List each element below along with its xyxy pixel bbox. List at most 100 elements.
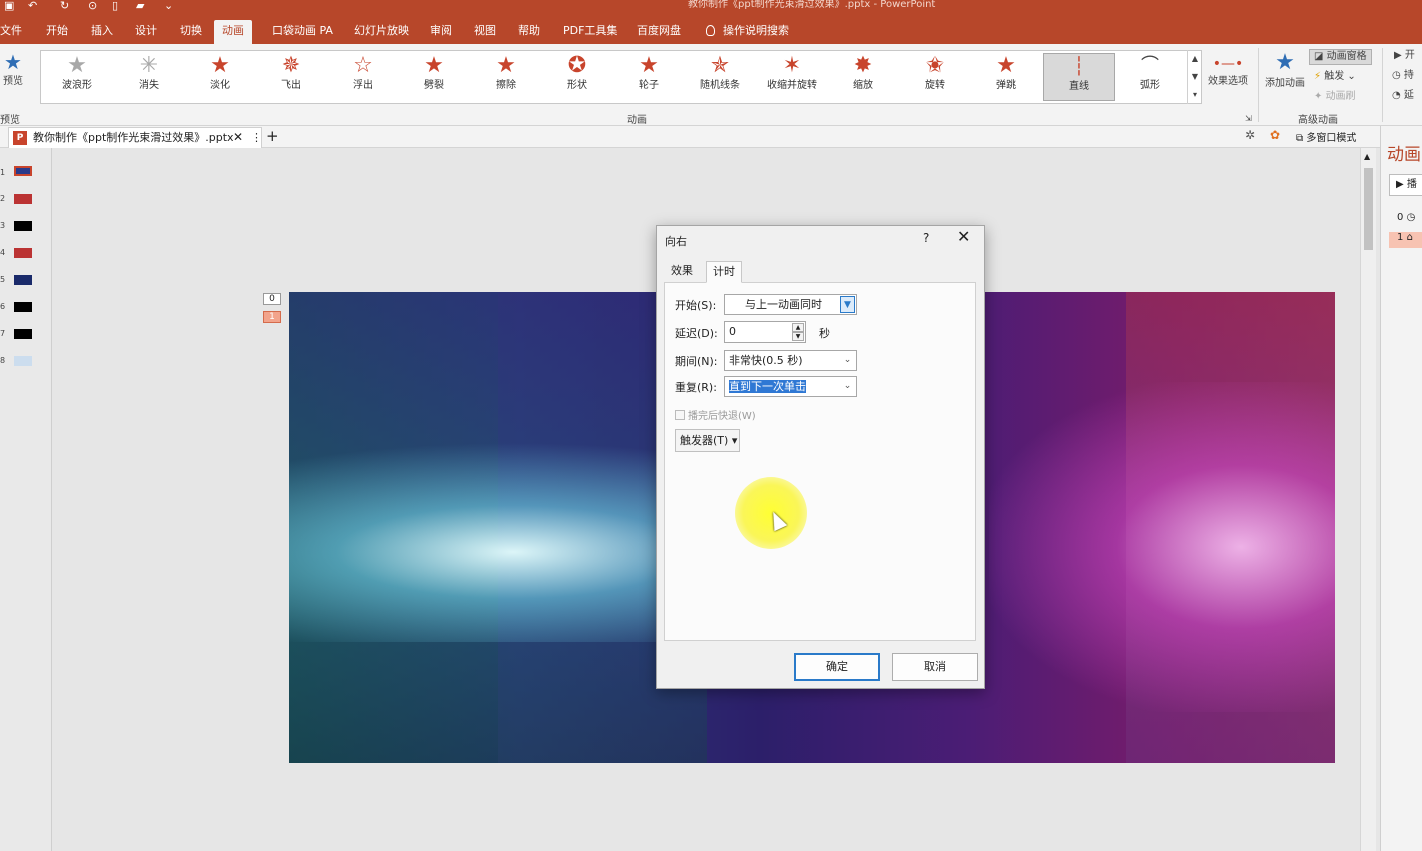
new-tab-icon[interactable]: + xyxy=(266,126,279,146)
gallery-scroll[interactable]: ▲ ▼ ▾ xyxy=(1187,50,1202,104)
timing-delay[interactable]: ◔ 延 xyxy=(1392,89,1414,103)
animation-shrink-turn[interactable]: ✶ 收缩并旋转 xyxy=(759,53,825,101)
customize-qat-icon[interactable]: ⌄ xyxy=(164,0,173,16)
star-icon: ★ xyxy=(496,53,516,78)
animation-tag-selected[interactable]: 1 xyxy=(263,311,281,323)
animation-wheel[interactable]: ★ 轮子 xyxy=(616,53,682,101)
ok-button[interactable]: 确定 xyxy=(794,653,880,681)
open-folder-icon[interactable]: ▰ xyxy=(136,0,144,16)
scroll-up-icon[interactable]: ▲ xyxy=(1188,50,1202,68)
animation-bounce[interactable]: ★ 弹跳 xyxy=(973,53,1039,101)
tab-home[interactable]: 开始 xyxy=(46,22,68,44)
gear-icon[interactable]: ✿ xyxy=(1270,128,1280,142)
tell-me-search[interactable]: 操作说明搜索 xyxy=(706,22,789,44)
tab-pdf-tools[interactable]: PDF工具集 xyxy=(563,22,617,44)
tab-timing[interactable]: 计时 xyxy=(706,261,742,283)
star-icon: ✸ xyxy=(853,53,873,78)
pin-icon[interactable]: ✲ xyxy=(1245,128,1255,142)
slide-thumbnail[interactable] xyxy=(14,248,32,258)
tab-design[interactable]: 设计 xyxy=(135,22,157,44)
add-animation-icon: ★ xyxy=(1275,50,1295,75)
document-tab[interactable]: P 教你制作《ppt制作光束滑过效果》.pptx ✕ ⋮ xyxy=(8,127,262,148)
ribbon: ★ 预览 预览 ★ 波浪形 ✳ 消失 ★ 淡化 ✵ 飞出 ☆ 浮出 ★ 劈裂 ★ 擦除 ✪ 形状… xyxy=(0,44,1422,126)
pane-item-selected[interactable]: 1 ⌂ xyxy=(1389,232,1422,248)
animation-float-out[interactable]: ☆ 浮出 xyxy=(330,53,396,101)
start-slideshow-icon[interactable]: ⊙ xyxy=(88,0,97,16)
slide-thumbnails: 1 2 3 4 5 6 7 8 xyxy=(0,148,52,851)
animation-pane-button[interactable]: ◪ 动画窗格 xyxy=(1309,49,1372,65)
redo-icon[interactable]: ↻ xyxy=(60,0,69,16)
tab-menu-icon[interactable]: ⋮ xyxy=(251,128,262,147)
animation-split[interactable]: ★ 劈裂 xyxy=(401,53,467,101)
cancel-button[interactable]: 取消 xyxy=(892,653,978,681)
start-select[interactable]: 与上一动画同时 ▼ xyxy=(724,294,857,315)
slide-thumbnail[interactable] xyxy=(14,194,32,204)
animation-painter-button[interactable]: ✦ 动画刷 xyxy=(1314,90,1356,104)
animation-shape[interactable]: ✪ 形状 xyxy=(544,53,610,101)
scroll-up-icon[interactable]: ▲ xyxy=(1364,152,1370,161)
add-animation-button[interactable]: ★ 添加动画 xyxy=(1262,50,1308,91)
animation-random-bars[interactable]: ✯ 随机线条 xyxy=(687,53,753,101)
animation-spin[interactable]: ✬ 旋转 xyxy=(902,53,968,101)
repeat-select[interactable]: 直到下一次单击 ⌄ xyxy=(724,376,857,397)
tab-help[interactable]: 帮助 xyxy=(518,22,540,44)
vertical-scrollbar[interactable]: ▲ xyxy=(1360,148,1376,851)
slide-thumbnail[interactable] xyxy=(14,356,32,366)
pane-item[interactable]: 0 ◷ xyxy=(1397,212,1415,223)
play-from-button[interactable]: ▶ 播 xyxy=(1389,174,1422,196)
trigger-button[interactable]: ⚡ 触发 ⌄ xyxy=(1314,70,1356,84)
animation-pane-title: 动画 xyxy=(1387,145,1421,165)
animation-wipe[interactable]: ★ 擦除 xyxy=(473,53,539,101)
tab-animations[interactable]: 动画 xyxy=(214,20,252,44)
timer-icon: ◔ xyxy=(1392,90,1404,101)
tab-effect[interactable]: 效果 xyxy=(665,261,699,283)
close-tab-icon[interactable]: ✕ xyxy=(233,128,243,147)
effect-options-button[interactable]: •—• 效果选项 xyxy=(1204,54,1252,89)
animation-line-path[interactable]: ┆ 直线 xyxy=(1043,53,1115,101)
star-icon: ✪ xyxy=(567,53,587,78)
slide-thumbnail[interactable] xyxy=(14,275,32,285)
dialog-launcher-icon[interactable]: ⇲ xyxy=(1245,114,1252,123)
timing-duration[interactable]: ◷ 持 xyxy=(1392,69,1414,83)
animation-tag[interactable]: 0 xyxy=(263,293,281,305)
duration-select[interactable]: 非常快(0.5 秒) ⌄ xyxy=(724,350,857,371)
tab-review[interactable]: 审阅 xyxy=(430,22,452,44)
tab-slideshow[interactable]: 幻灯片放映 xyxy=(354,22,409,44)
timing-start[interactable]: ▶ 开 xyxy=(1394,49,1415,63)
tab-insert[interactable]: 插入 xyxy=(91,22,113,44)
delay-spinner[interactable]: 0 ▲ ▼ xyxy=(724,321,806,343)
gallery-more-icon[interactable]: ▾ xyxy=(1188,86,1202,104)
animation-disappear[interactable]: ✳ 消失 xyxy=(116,53,182,101)
slide-thumbnail[interactable] xyxy=(14,329,32,339)
scrollbar-thumb[interactable] xyxy=(1364,168,1373,250)
tab-pocket-animation[interactable]: 口袋动画 PA xyxy=(272,22,333,44)
tab-transitions[interactable]: 切换 xyxy=(180,22,202,44)
rewind-checkbox[interactable]: 播完后快退(W) xyxy=(675,407,756,422)
multi-window-button[interactable]: ⧉ 多窗口模式 xyxy=(1296,129,1356,144)
animation-zoom[interactable]: ✸ 缩放 xyxy=(830,53,896,101)
help-icon[interactable]: ? xyxy=(923,231,929,245)
window-icon: ⧉ xyxy=(1296,133,1307,144)
preview-button[interactable]: ★ 预览 xyxy=(0,50,26,89)
tab-baidu-netdisk[interactable]: 百度网盘 xyxy=(637,22,681,44)
ribbon-separator xyxy=(1258,48,1259,122)
tab-view[interactable]: 视图 xyxy=(474,22,496,44)
animation-wave[interactable]: ★ 波浪形 xyxy=(44,53,110,101)
repeat-label: 重复(R): xyxy=(675,381,717,394)
trigger-button[interactable]: 触发器(T) ▾ xyxy=(675,429,740,452)
spin-down-icon[interactable]: ▼ xyxy=(792,332,804,341)
close-icon[interactable]: ✕ xyxy=(957,227,970,246)
scroll-down-icon[interactable]: ▼ xyxy=(1188,68,1202,86)
animation-fly-out[interactable]: ✵ 飞出 xyxy=(258,53,324,101)
slide-thumbnail[interactable] xyxy=(14,221,32,231)
slide-thumbnail[interactable] xyxy=(14,166,32,176)
slide-thumbnail[interactable] xyxy=(14,302,32,312)
tab-file[interactable]: 文件 xyxy=(0,22,22,44)
animation-fade[interactable]: ★ 淡化 xyxy=(187,53,253,101)
undo-icon[interactable]: ↶ xyxy=(28,0,37,16)
menu-tabs: 文件 开始 插入 设计 切换 动画 口袋动画 PA 幻灯片放映 审阅 视图 帮助… xyxy=(0,16,1422,44)
animation-arc-path[interactable]: ⌒ 弧形 xyxy=(1117,53,1183,101)
save-icon[interactable]: ▣ xyxy=(4,0,14,16)
new-file-icon[interactable]: ▯ xyxy=(112,0,118,16)
spin-up-icon[interactable]: ▲ xyxy=(792,323,804,332)
